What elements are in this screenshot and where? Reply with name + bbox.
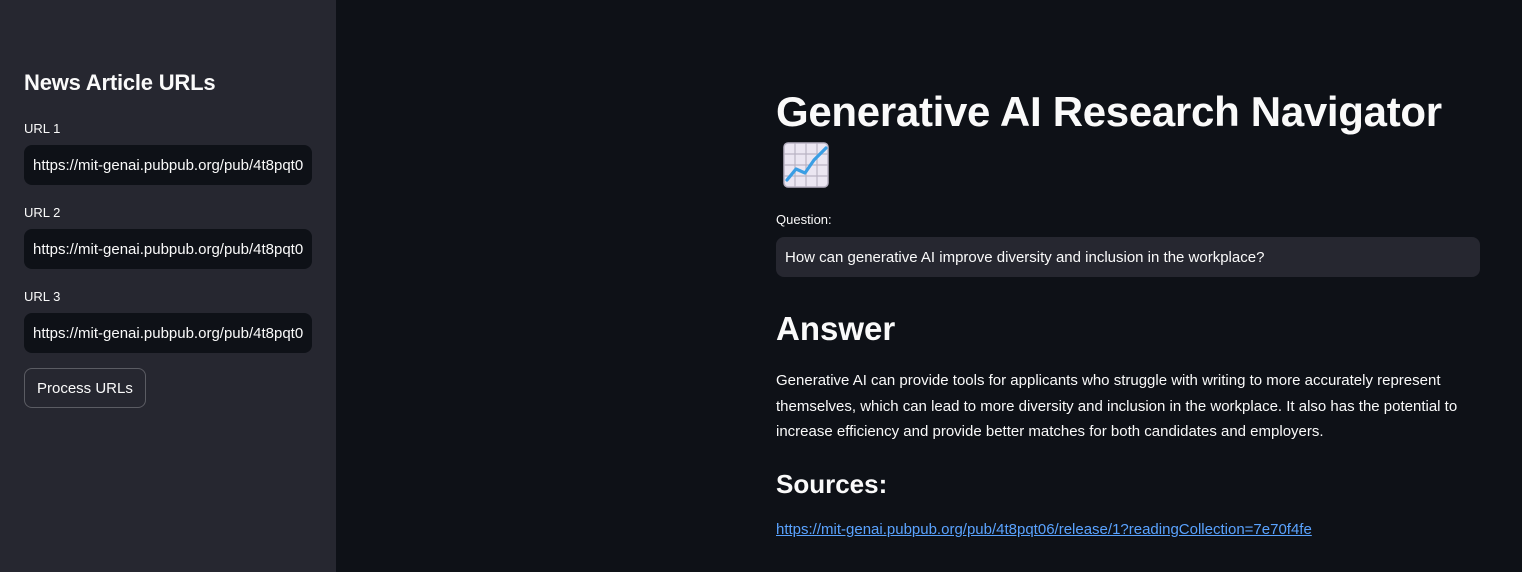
page-title: Generative AI Research Navigator	[776, 88, 1442, 135]
main-content: Generative AI Research Navigator Questio…	[336, 0, 1522, 572]
sidebar: News Article URLs URL 1 URL 2 URL 3 Proc…	[0, 0, 336, 572]
url-2-label: URL 2	[24, 205, 61, 220]
app-root: News Article URLs URL 1 URL 2 URL 3 Proc…	[0, 0, 1522, 572]
question-input[interactable]	[776, 237, 1480, 277]
source-link[interactable]: https://mit-genai.pubpub.org/pub/4t8pqt0…	[776, 521, 1312, 538]
url-3-input[interactable]	[24, 313, 312, 353]
answer-heading: Answer	[776, 310, 896, 347]
answer-text: Generative AI can provide tools for appl…	[776, 372, 1458, 440]
process-urls-button[interactable]: Process URLs	[24, 368, 146, 408]
url-1-label: URL 1	[24, 121, 61, 136]
url-1-input[interactable]	[24, 145, 312, 185]
sources-heading: Sources:	[776, 469, 888, 499]
sidebar-title: News Article URLs	[24, 70, 216, 95]
url-2-input[interactable]	[24, 229, 312, 269]
question-label: Question:	[776, 212, 832, 227]
url-3-label: URL 3	[24, 289, 61, 304]
chart-increasing-icon	[783, 142, 829, 188]
